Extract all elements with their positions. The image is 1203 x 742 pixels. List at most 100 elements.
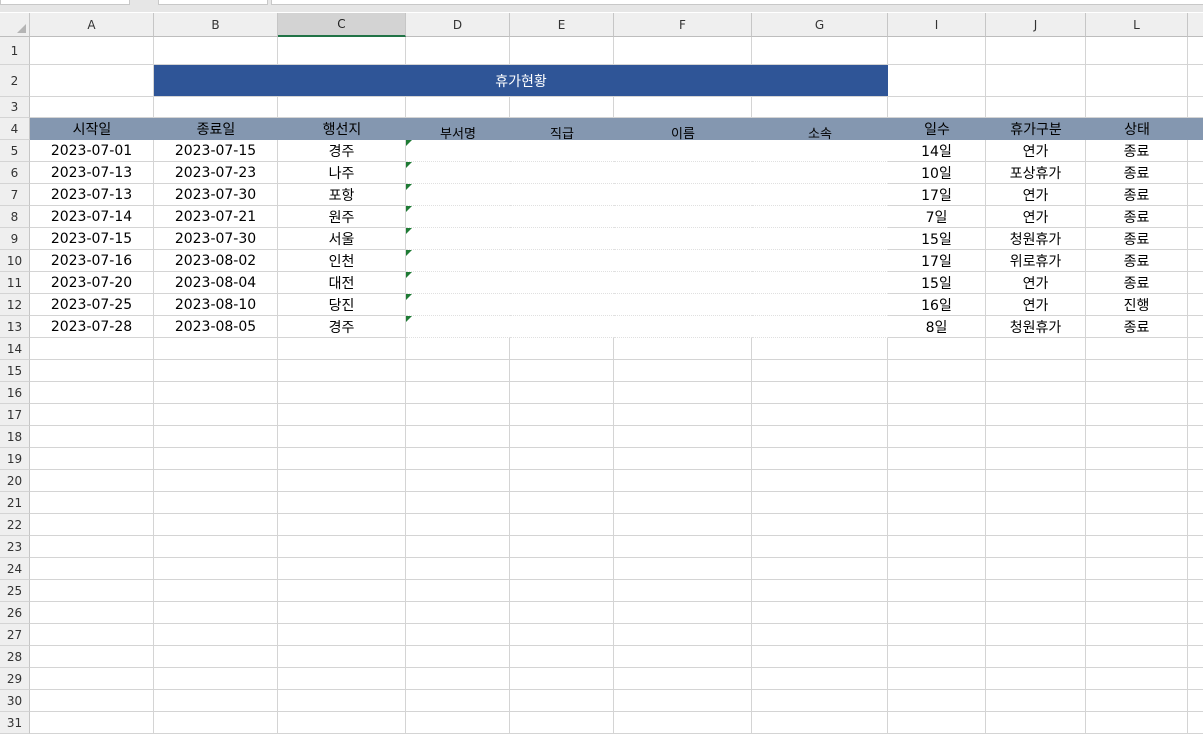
cell[interactable] — [278, 558, 406, 580]
cell[interactable] — [154, 404, 278, 426]
table-cell-affiliation[interactable] — [752, 162, 888, 184]
table-cell-start-date[interactable]: 2023-07-20 — [30, 272, 154, 294]
cell[interactable] — [1188, 558, 1203, 580]
column-header-d[interactable]: D — [406, 13, 510, 37]
cell[interactable] — [510, 668, 614, 690]
cell[interactable] — [406, 646, 510, 668]
row-header-1[interactable]: 1 — [0, 37, 30, 65]
table-cell-name[interactable] — [614, 250, 752, 272]
cell[interactable] — [154, 97, 278, 118]
row-header-31[interactable]: 31 — [0, 712, 30, 734]
cell[interactable] — [986, 37, 1086, 65]
cell[interactable] — [1188, 65, 1203, 97]
cell[interactable] — [1188, 316, 1203, 338]
cell[interactable] — [154, 382, 278, 404]
cell[interactable] — [154, 580, 278, 602]
row-header-5[interactable]: 5 — [0, 140, 30, 162]
table-cell-dept[interactable] — [406, 140, 510, 162]
cell[interactable] — [30, 690, 154, 712]
cell[interactable] — [1086, 404, 1188, 426]
cell[interactable] — [30, 448, 154, 470]
cell[interactable] — [614, 492, 752, 514]
column-title-8[interactable]: 일수 — [888, 118, 986, 140]
cell[interactable] — [406, 448, 510, 470]
cell[interactable] — [986, 514, 1086, 536]
column-title-4[interactable]: 부서명 — [406, 118, 510, 140]
cell[interactable] — [510, 536, 614, 558]
table-cell-end-date[interactable]: 2023-08-04 — [154, 272, 278, 294]
cell[interactable] — [510, 470, 614, 492]
cell[interactable] — [30, 37, 154, 65]
cell[interactable] — [1086, 514, 1188, 536]
cell[interactable] — [986, 470, 1086, 492]
cell[interactable] — [1086, 580, 1188, 602]
cell[interactable] — [614, 624, 752, 646]
cell[interactable] — [986, 338, 1086, 360]
table-cell-leave-type[interactable]: 연가 — [986, 184, 1086, 206]
table-cell-rank[interactable] — [510, 316, 614, 338]
cell[interactable] — [1086, 558, 1188, 580]
cell[interactable] — [752, 580, 888, 602]
table-cell-end-date[interactable]: 2023-08-10 — [154, 294, 278, 316]
cell[interactable] — [406, 404, 510, 426]
column-header-e[interactable]: E — [510, 13, 614, 37]
table-cell-end-date[interactable]: 2023-07-21 — [154, 206, 278, 228]
cell[interactable] — [752, 536, 888, 558]
table-cell-name[interactable] — [614, 228, 752, 250]
column-title-10[interactable]: 상태 — [1086, 118, 1188, 140]
cell[interactable] — [278, 360, 406, 382]
row-header-16[interactable]: 16 — [0, 382, 30, 404]
cell[interactable] — [986, 690, 1086, 712]
cell[interactable] — [30, 492, 154, 514]
cell[interactable] — [510, 382, 614, 404]
cell[interactable] — [614, 338, 752, 360]
cell[interactable] — [888, 668, 986, 690]
cell[interactable] — [986, 536, 1086, 558]
cell[interactable] — [986, 382, 1086, 404]
cell[interactable] — [278, 426, 406, 448]
cell[interactable] — [986, 404, 1086, 426]
cell[interactable] — [510, 712, 614, 734]
table-cell-destination[interactable]: 서울 — [278, 228, 406, 250]
row-header-22[interactable]: 22 — [0, 514, 30, 536]
column-title-5[interactable]: 직급 — [510, 118, 614, 140]
table-cell-status[interactable]: 종료 — [1086, 140, 1188, 162]
cell[interactable] — [1086, 668, 1188, 690]
cell[interactable] — [30, 624, 154, 646]
cell[interactable] — [406, 37, 510, 65]
table-cell-status[interactable]: 종료 — [1086, 272, 1188, 294]
cell[interactable] — [986, 580, 1086, 602]
cell[interactable] — [406, 382, 510, 404]
cell[interactable] — [1086, 65, 1188, 97]
cell[interactable] — [510, 492, 614, 514]
cell[interactable] — [888, 404, 986, 426]
table-cell-destination[interactable]: 경주 — [278, 140, 406, 162]
cell[interactable] — [510, 37, 614, 65]
cell[interactable] — [614, 426, 752, 448]
table-cell-rank[interactable] — [510, 206, 614, 228]
cell[interactable] — [1188, 272, 1203, 294]
cell[interactable] — [154, 668, 278, 690]
cell[interactable] — [614, 668, 752, 690]
table-cell-end-date[interactable]: 2023-07-30 — [154, 228, 278, 250]
table-cell-destination[interactable]: 인천 — [278, 250, 406, 272]
cell[interactable] — [986, 492, 1086, 514]
cell[interactable] — [1188, 668, 1203, 690]
cell[interactable] — [1086, 37, 1188, 65]
cell[interactable] — [278, 448, 406, 470]
column-title-2[interactable]: 종료일 — [154, 118, 278, 140]
table-cell-affiliation[interactable] — [752, 316, 888, 338]
table-cell-rank[interactable] — [510, 228, 614, 250]
cell[interactable] — [154, 426, 278, 448]
cell[interactable] — [154, 37, 278, 65]
cell[interactable] — [278, 514, 406, 536]
cell[interactable] — [614, 536, 752, 558]
cell[interactable] — [154, 338, 278, 360]
cell[interactable] — [614, 580, 752, 602]
table-cell-days[interactable]: 7일 — [888, 206, 986, 228]
cell[interactable] — [406, 558, 510, 580]
cell[interactable] — [752, 668, 888, 690]
cell[interactable] — [406, 492, 510, 514]
cell[interactable] — [278, 712, 406, 734]
table-cell-leave-type[interactable]: 연가 — [986, 206, 1086, 228]
